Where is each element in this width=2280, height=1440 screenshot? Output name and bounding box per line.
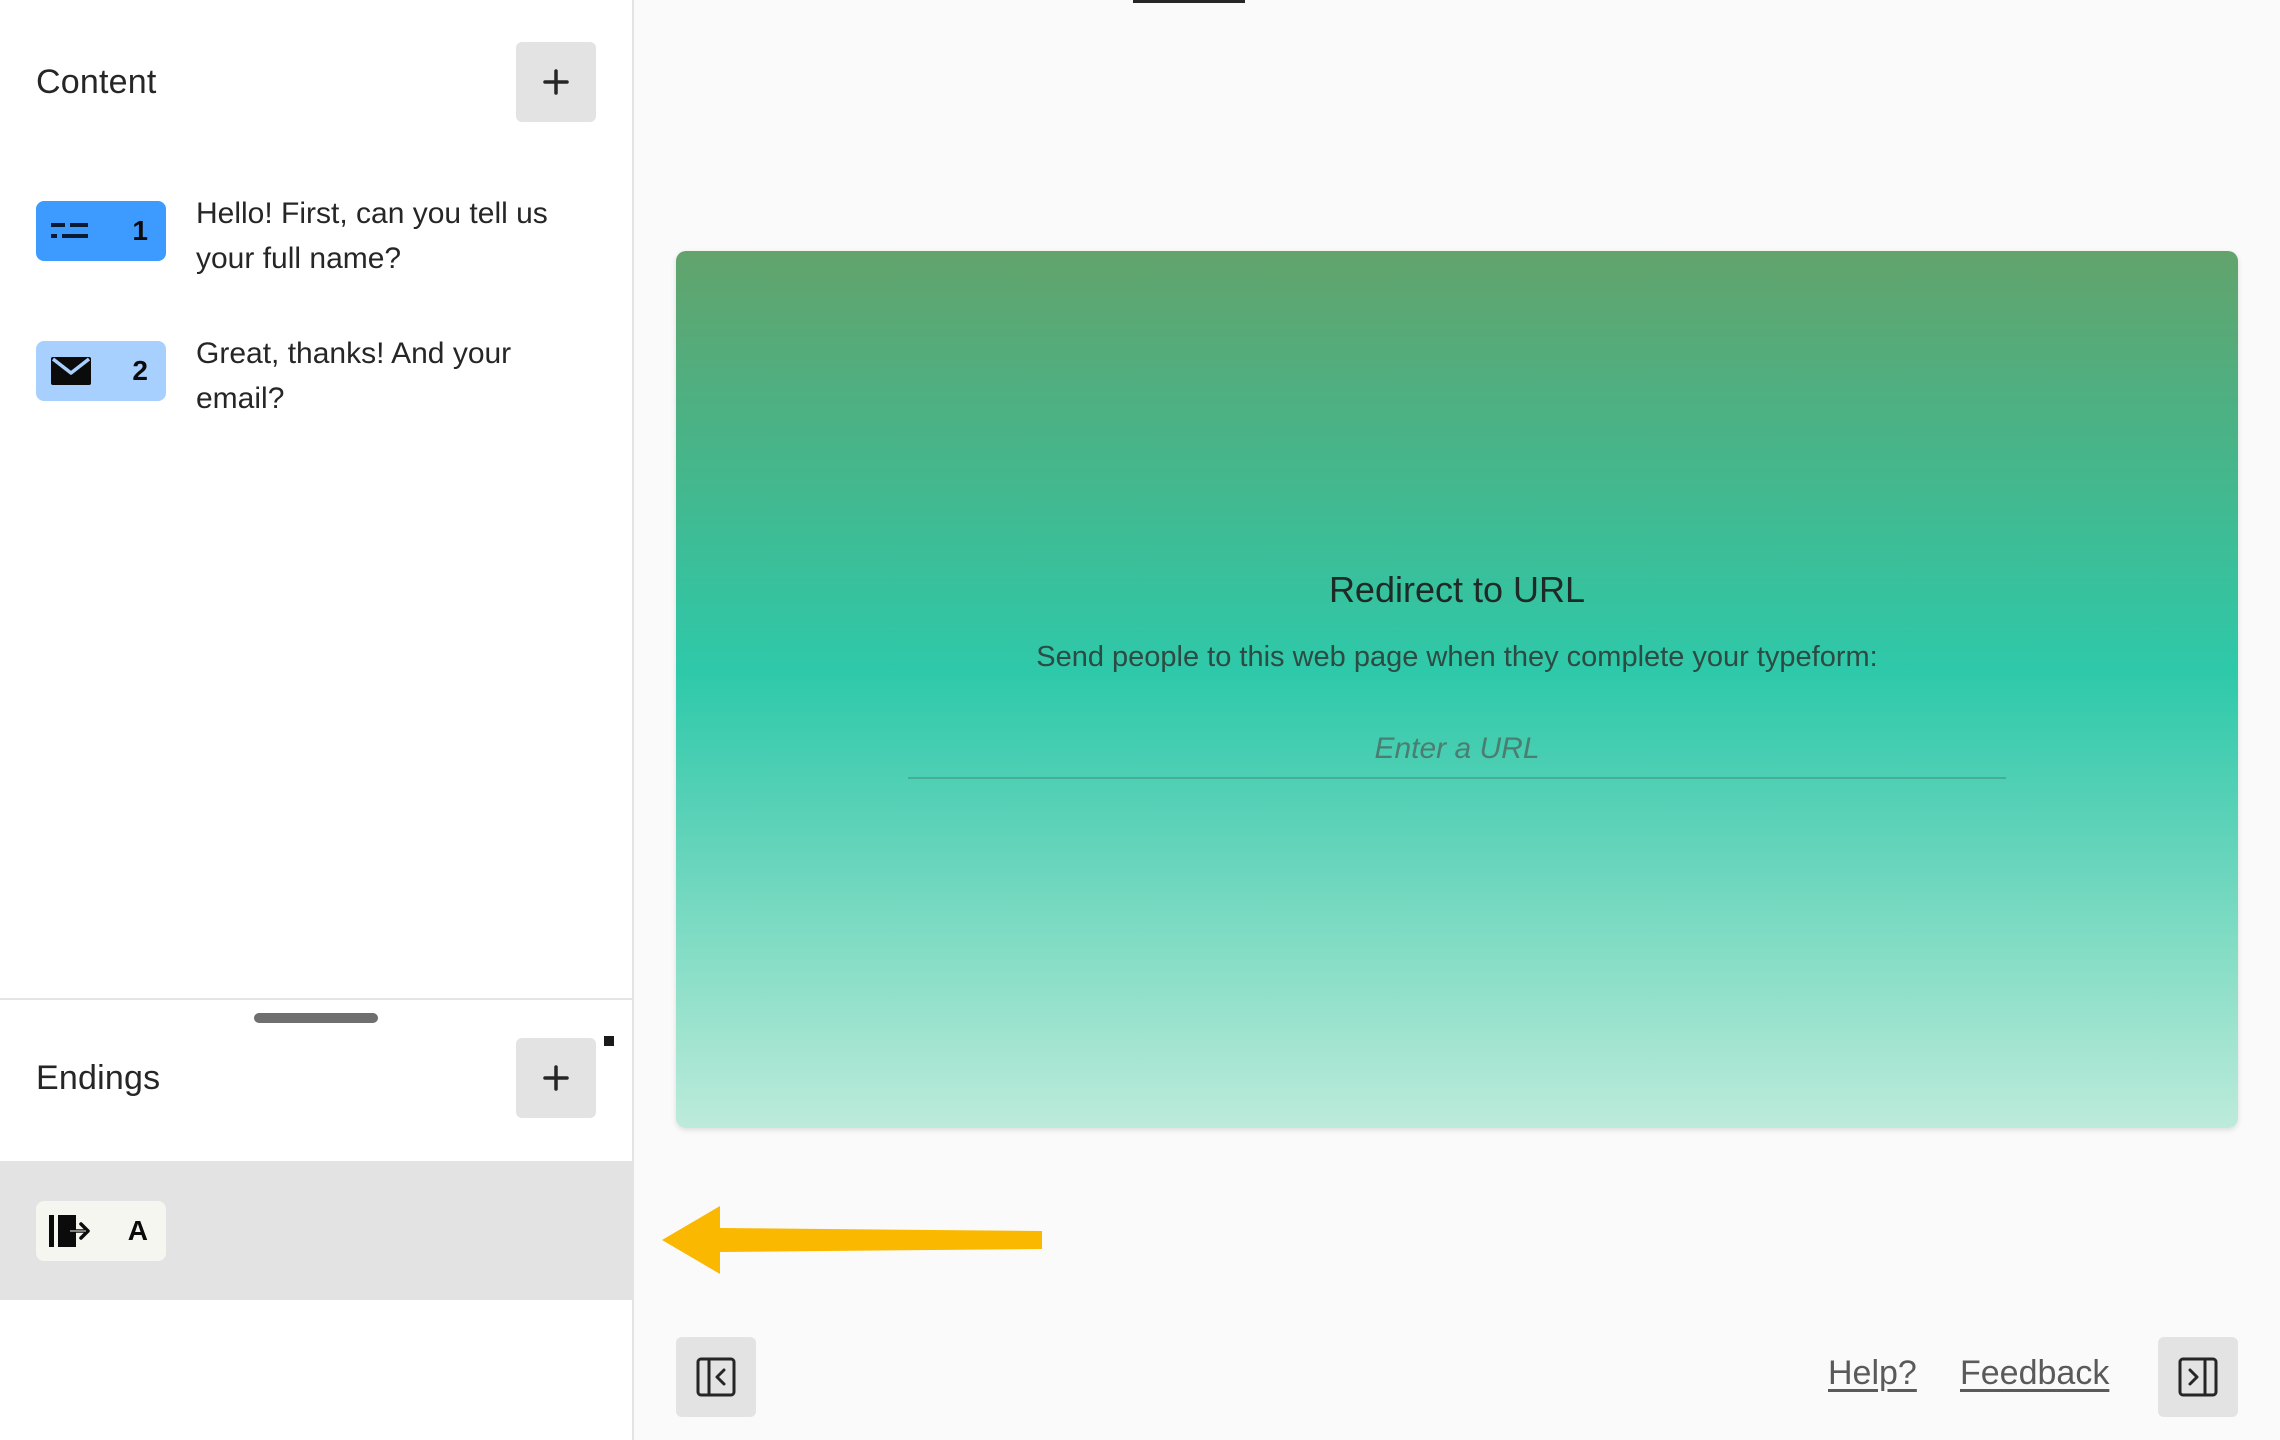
add-ending-button[interactable] <box>516 1038 596 1118</box>
annotation-arrow-icon <box>662 1206 1042 1274</box>
section-divider <box>0 998 634 1000</box>
ending-item-a[interactable]: A <box>0 1161 634 1300</box>
content-header: Content <box>36 42 596 122</box>
endings-title: Endings <box>36 1058 161 1097</box>
card-title: Redirect to URL <box>1328 569 1586 610</box>
card-subtitle: Send people to this web page when they c… <box>1036 641 1878 673</box>
ending-label: A <box>127 1215 148 1246</box>
question-number: 2 <box>132 355 148 386</box>
question-item-2[interactable]: 2 Great, thanks! And your email? <box>36 337 596 421</box>
question-number: 1 <box>132 215 148 246</box>
plus-icon <box>543 1065 569 1091</box>
form-builder-app: Content 1 Hello! First, can you tell us … <box>0 0 2280 1440</box>
feedback-link[interactable]: Feedback <box>1960 1354 2109 1393</box>
add-question-button[interactable] <box>516 42 596 122</box>
email-icon <box>51 357 91 385</box>
panel-right-collapse-icon <box>2178 1357 2218 1397</box>
ending-preview-card: Redirect to URL Send people to this web … <box>676 251 2238 1128</box>
indicator-dot <box>604 1036 614 1046</box>
redirect-url-input[interactable] <box>908 721 2006 779</box>
top-tab-indicator <box>1133 0 1245 3</box>
redirect-exit-icon <box>49 1215 90 1247</box>
plus-icon <box>543 69 569 95</box>
resize-drag-handle[interactable] <box>254 1013 378 1023</box>
sidebar: Content 1 Hello! First, can you tell us … <box>0 0 634 1440</box>
short-text-icon <box>51 223 88 238</box>
content-title: Content <box>36 62 157 101</box>
question-text: Great, thanks! And your email? <box>196 337 512 415</box>
ending-badge: A <box>36 1201 166 1261</box>
collapse-right-panel-button[interactable] <box>2158 1337 2238 1417</box>
collapse-left-panel-button[interactable] <box>676 1337 756 1417</box>
help-link[interactable]: Help? <box>1828 1354 1917 1393</box>
endings-header: Endings <box>36 1038 596 1118</box>
question-text: Hello! First, can you tell us your full … <box>196 197 548 275</box>
question-badge-2: 2 <box>36 341 166 401</box>
panel-left-collapse-icon <box>696 1357 736 1397</box>
question-item-1[interactable]: 1 Hello! First, can you tell us your ful… <box>36 197 596 281</box>
question-badge-1: 1 <box>36 201 166 261</box>
